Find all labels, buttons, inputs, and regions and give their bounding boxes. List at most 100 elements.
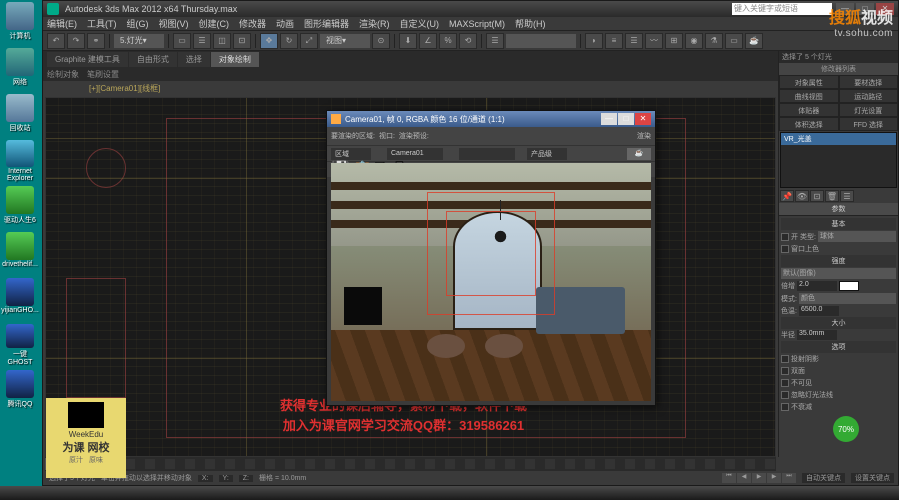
setkey-button[interactable]: 设置关键点 bbox=[851, 473, 894, 483]
desktop-icon-drivethelife[interactable]: drivethelif... bbox=[2, 232, 38, 274]
menu-modifiers[interactable]: 修改器 bbox=[239, 17, 266, 30]
menu-animation[interactable]: 动画 bbox=[276, 17, 294, 30]
desktop-icon-recycle[interactable]: 回收站 bbox=[2, 94, 38, 136]
render-close-button[interactable]: ✕ bbox=[635, 113, 651, 125]
modifier-list-header[interactable]: 修改器列表 bbox=[779, 63, 898, 75]
percent-snap-button[interactable]: % bbox=[439, 33, 457, 49]
params-rollout-title[interactable]: 参数 bbox=[779, 203, 898, 215]
sub-tab-paint[interactable]: 绘制对象 bbox=[47, 69, 79, 80]
menu-view[interactable]: 视图(V) bbox=[159, 17, 189, 30]
desktop-icon-driver[interactable]: 驱动人生6 bbox=[2, 186, 38, 228]
select-name-button[interactable]: ☰ bbox=[193, 33, 211, 49]
desktop-icon-network[interactable]: 网络 bbox=[2, 48, 38, 90]
desktop-icon-computer[interactable]: 计算机 bbox=[2, 2, 38, 44]
no-decay-checkbox[interactable] bbox=[781, 403, 789, 411]
material-editor-button[interactable]: ◉ bbox=[685, 33, 703, 49]
render-button[interactable]: ☕ bbox=[627, 148, 651, 160]
stack-pin-button[interactable]: 📌 bbox=[780, 190, 794, 202]
scale-button[interactable]: ⤢ bbox=[300, 33, 318, 49]
title-bar[interactable]: Autodesk 3ds Max 2012 x64 Thursday.max 键… bbox=[43, 1, 898, 17]
ribbon-tab-graphite[interactable]: Graphite 建模工具 bbox=[47, 52, 128, 67]
mirror-button[interactable]: ◗ bbox=[585, 33, 603, 49]
menu-maxscript[interactable]: MAXScript(M) bbox=[449, 19, 505, 29]
snap-button[interactable]: ⬇ bbox=[399, 33, 417, 49]
desktop-icon-qq[interactable]: 腾讯QQ bbox=[2, 370, 38, 412]
layers-button[interactable]: ☰ bbox=[625, 33, 643, 49]
color-mode-dropdown[interactable]: 颜色 bbox=[799, 293, 896, 304]
stack-show-button[interactable]: 👁 bbox=[795, 190, 809, 202]
sub-tab-brush[interactable]: 笔刷设置 bbox=[87, 69, 119, 80]
window-crossing-button[interactable]: ⊡ bbox=[233, 33, 251, 49]
rp-cell-00[interactable]: 对象属性 bbox=[779, 75, 839, 89]
rendered-image[interactable] bbox=[331, 163, 651, 401]
render-setup-button[interactable]: ⚗ bbox=[705, 33, 723, 49]
rp-cell-31[interactable]: FFD 选择 bbox=[839, 117, 899, 131]
color-swatch[interactable] bbox=[839, 281, 859, 291]
desktop-icon-onekey-ghost[interactable]: 一键GHOST bbox=[2, 324, 38, 366]
schematic-button[interactable]: ⊞ bbox=[665, 33, 683, 49]
rp-cell-30[interactable]: 体积选择 bbox=[779, 117, 839, 131]
align-button[interactable]: ≡ bbox=[605, 33, 623, 49]
select-button[interactable]: ▭ bbox=[173, 33, 191, 49]
render-maximize-button[interactable]: □ bbox=[618, 113, 634, 125]
redo-button[interactable]: ↷ bbox=[67, 33, 85, 49]
region-dropdown[interactable]: 区域 bbox=[331, 148, 371, 160]
double-sided-checkbox[interactable] bbox=[781, 367, 789, 375]
desktop-icon-ie[interactable]: Internet Explorer bbox=[2, 140, 38, 182]
invisible-checkbox[interactable] bbox=[781, 379, 789, 387]
spinner-snap-button[interactable]: ⟲ bbox=[459, 33, 477, 49]
render-title-bar[interactable]: Camera01, 帧 0, RGBA 颜色 16 位/通道 (1:1) — □… bbox=[327, 111, 655, 127]
render-frame-button[interactable]: ▭ bbox=[725, 33, 743, 49]
render-minimize-button[interactable]: — bbox=[601, 113, 617, 125]
coord-x[interactable]: X: bbox=[198, 475, 213, 482]
menu-rendering[interactable]: 渲染(R) bbox=[359, 17, 390, 30]
named-sel-dropdown[interactable] bbox=[506, 34, 576, 48]
production-dropdown[interactable]: 产品级 bbox=[527, 148, 567, 160]
ref-coord-dropdown[interactable]: 视图 ▾ bbox=[320, 34, 370, 48]
stack-unique-button[interactable]: ⊡ bbox=[810, 190, 824, 202]
modifier-stack[interactable]: VR_光盖 bbox=[780, 132, 897, 188]
viewport-dropdown[interactable]: Camera01 bbox=[387, 148, 443, 160]
modifier-vr-light[interactable]: VR_光盖 bbox=[781, 133, 896, 145]
move-button[interactable]: ✥ bbox=[260, 33, 278, 49]
multiplier-spinner[interactable]: 2.0 bbox=[797, 281, 837, 291]
help-search-input[interactable]: 键入关键字或短语 bbox=[732, 3, 832, 15]
radius-spinner[interactable]: 35.0mm bbox=[797, 330, 837, 340]
menu-graph-editors[interactable]: 图形编辑器 bbox=[304, 17, 349, 30]
menu-edit[interactable]: 编辑(E) bbox=[47, 17, 77, 30]
pivot-button[interactable]: ⊙ bbox=[372, 33, 390, 49]
goto-start-button[interactable]: ⏮ bbox=[722, 473, 736, 483]
rp-cell-10[interactable]: 曲线视图 bbox=[779, 89, 839, 103]
cast-shadows-checkbox[interactable] bbox=[781, 355, 789, 363]
timeline[interactable]: 0 / 100 bbox=[45, 457, 776, 471]
ribbon-tab-selection[interactable]: 选择 bbox=[178, 52, 210, 67]
goto-end-button[interactable]: ⏭ bbox=[782, 473, 796, 483]
autokey-button[interactable]: 自动关键点 bbox=[802, 473, 845, 483]
coord-z[interactable]: Z: bbox=[239, 475, 253, 482]
rp-cell-01[interactable]: 要材选择 bbox=[839, 75, 899, 89]
type-dropdown[interactable]: 球体 bbox=[818, 231, 896, 242]
rendered-frame-window[interactable]: Camera01, 帧 0, RGBA 颜色 16 位/通道 (1:1) — □… bbox=[326, 110, 656, 406]
stack-config-button[interactable]: ☰ bbox=[840, 190, 854, 202]
undo-button[interactable]: ↶ bbox=[47, 33, 65, 49]
viewport-label[interactable]: [+][Camera01][线框] bbox=[89, 83, 160, 94]
safe-frame-inner[interactable] bbox=[446, 211, 536, 297]
next-frame-button[interactable]: ▶ bbox=[767, 473, 781, 483]
rp-cell-11[interactable]: 运动路径 bbox=[839, 89, 899, 103]
menu-help[interactable]: 帮助(H) bbox=[515, 17, 546, 30]
play-button[interactable]: ▶ bbox=[752, 473, 766, 483]
temperature-spinner[interactable]: 6500.0 bbox=[799, 306, 839, 316]
target-checkbox[interactable] bbox=[781, 245, 789, 253]
rp-cell-21[interactable]: 灯光设置 bbox=[839, 103, 899, 117]
select-region-button[interactable]: ◫ bbox=[213, 33, 231, 49]
stack-remove-button[interactable]: 🗑 bbox=[825, 190, 839, 202]
quick-render-button[interactable]: ☕ bbox=[745, 33, 763, 49]
menu-customize[interactable]: 自定义(U) bbox=[400, 17, 440, 30]
angle-snap-button[interactable]: ∠ bbox=[419, 33, 437, 49]
ignore-normals-checkbox[interactable] bbox=[781, 391, 789, 399]
menu-tools[interactable]: 工具(T) bbox=[87, 17, 117, 30]
preset-dropdown[interactable] bbox=[459, 148, 515, 160]
desktop-icon-ghost[interactable]: yijianGHO... bbox=[2, 278, 38, 320]
rp-cell-20[interactable]: 体贴器 bbox=[779, 103, 839, 117]
on-checkbox[interactable] bbox=[781, 233, 789, 241]
